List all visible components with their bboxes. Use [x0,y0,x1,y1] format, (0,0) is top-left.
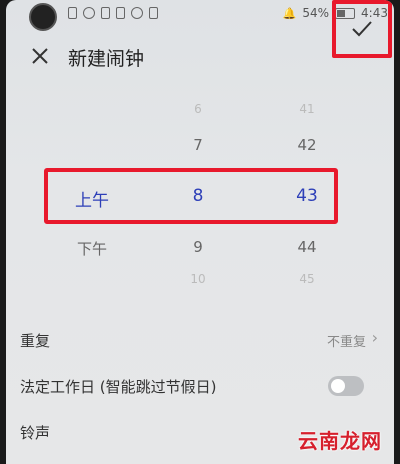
picker-row-near-bottom: 下午 9 44 [6,238,394,268]
repeat-value: 不重复 [326,335,366,350]
wifi-icon [83,7,95,19]
selection-highlight-box [44,168,338,224]
close-button[interactable] [28,44,52,68]
repeat-row[interactable]: 重复 不重复 › [6,318,394,364]
time-picker[interactable]: 6 41 7 42 上午 8 43 下午 9 44 10 45 [6,96,394,296]
hour-option[interactable]: 10 [190,272,205,286]
storage-icon [116,7,125,19]
bell-icon: 🔔 [282,6,297,20]
period-option[interactable]: 下午 [77,238,107,259]
sim-icon [68,7,77,19]
minute-option[interactable]: 45 [299,272,314,286]
page-title: 新建闹钟 [68,48,145,70]
picker-row-far-top: 6 41 [6,102,394,132]
repeat-label: 重复 [20,332,51,350]
workday-label: 法定工作日 (智能跳过节假日) [20,378,217,396]
phone-screen: 🔔 54% 4:43 新建闹钟 6 41 7 42 上午 8 43 下午 9 4… [6,0,394,464]
shield-icon [131,7,143,19]
checkmark-icon [352,21,372,37]
app-icon [149,7,158,19]
minute-option[interactable]: 44 [297,238,316,256]
notification-icons [68,7,158,19]
workday-row[interactable]: 法定工作日 (智能跳过节假日) [6,364,394,410]
ringtone-label: 铃声 [20,424,51,442]
close-icon [32,48,48,64]
hour-option[interactable]: 6 [194,102,202,116]
notification-icon [101,7,110,19]
chevron-right-icon: › [371,328,378,347]
front-camera [29,3,57,31]
minute-option[interactable]: 41 [299,102,314,116]
confirm-button[interactable] [332,0,392,58]
battery-percent: 54% [302,6,330,20]
picker-row-near-top: 7 42 [6,136,394,166]
minute-option[interactable]: 42 [297,136,316,154]
hour-option[interactable]: 7 [193,136,203,154]
watermark-logo: 云南龙网 [298,429,382,453]
workday-toggle[interactable] [328,376,364,396]
picker-row-far-bottom: 10 45 [6,272,394,302]
hour-option[interactable]: 9 [193,238,203,256]
